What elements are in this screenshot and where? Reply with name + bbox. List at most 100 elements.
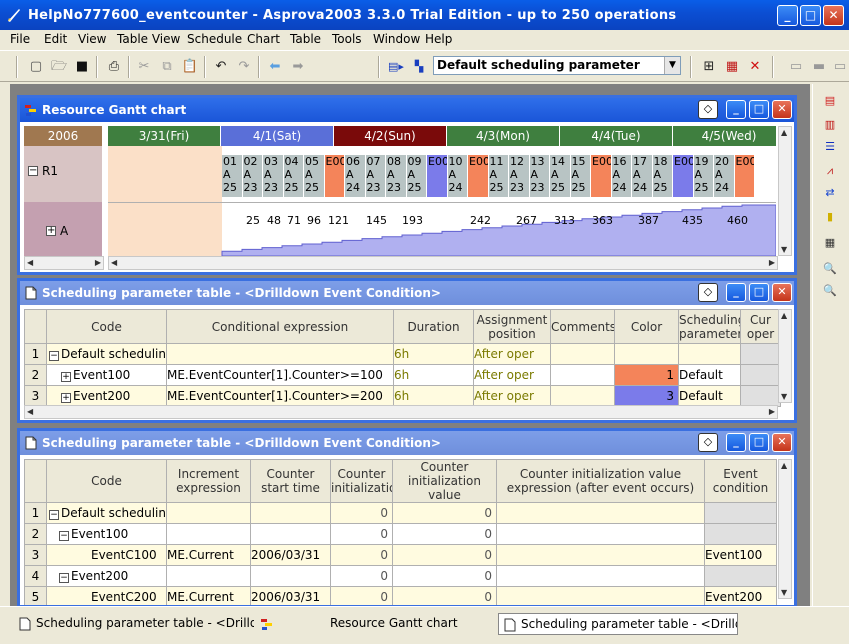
operation-bar[interactable]: 01 A 25 xyxy=(222,155,242,197)
delete-icon[interactable]: ✕ xyxy=(745,57,765,77)
color-cell[interactable]: 3 xyxy=(614,385,679,407)
table2-header-code[interactable]: Code xyxy=(46,459,167,503)
operation-bar[interactable]: 06 A 24 xyxy=(345,155,365,197)
menu-edit[interactable]: Edit xyxy=(44,32,67,46)
init-expression-cell[interactable] xyxy=(496,565,705,587)
param-cell[interactable] xyxy=(678,343,741,365)
init-cell[interactable]: 0 xyxy=(330,502,393,524)
table-row[interactable]: 4 − Event200 0 0 xyxy=(24,565,777,587)
increment-cell[interactable] xyxy=(166,565,251,587)
duration-cell[interactable]: 6h xyxy=(393,385,474,407)
undo-icon[interactable]: ↶ xyxy=(211,57,231,77)
operation-bar[interactable]: 07 A 23 xyxy=(365,155,385,197)
task-table-1[interactable]: Scheduling parameter table - <Drilldown … xyxy=(14,613,254,635)
table2-corner[interactable] xyxy=(24,459,47,503)
menu-chart[interactable]: Chart xyxy=(247,32,280,46)
new-file-icon[interactable]: ▢ xyxy=(26,57,46,77)
operation-bar[interactable]: E000 xyxy=(673,155,693,197)
init-cell[interactable]: 0 xyxy=(330,565,393,587)
gantt-view-icon[interactable]: ▤ xyxy=(821,94,839,108)
gantt-horizontal-scrollbar[interactable]: ◀ ▶ xyxy=(108,256,778,270)
start-time-cell[interactable] xyxy=(250,502,331,524)
table-row[interactable]: 5 EventC200 ME.Current 2006/03/31 0 0 Ev… xyxy=(24,586,777,605)
row-number[interactable]: 2 xyxy=(24,523,47,545)
gantt-close-button[interactable]: ✕ xyxy=(772,100,792,119)
collapse-icon[interactable]: − xyxy=(49,510,59,520)
event-condition-cell[interactable] xyxy=(704,565,777,587)
comments-cell[interactable] xyxy=(550,364,615,386)
row-number[interactable]: 1 xyxy=(24,343,47,365)
back-arrow-icon[interactable]: ⬅ xyxy=(265,57,285,77)
row-number[interactable]: 1 xyxy=(24,502,47,524)
layout-left-icon[interactable]: ▭ xyxy=(786,57,806,77)
scheduling-parameter-select[interactable]: Default scheduling parameter ▼ xyxy=(433,56,681,75)
operation-bar[interactable]: E000 xyxy=(324,155,344,197)
operation-bar[interactable]: 03 A 23 xyxy=(263,155,283,197)
increment-cell[interactable] xyxy=(166,523,251,545)
table2-header-initialization[interactable]: Counter initialization xyxy=(330,459,393,503)
link-arrows-icon[interactable]: ⇄ xyxy=(821,186,839,200)
event-condition-cell[interactable] xyxy=(704,523,777,545)
table1-header-cur-oper[interactable]: Cur oper xyxy=(740,309,781,344)
row-number[interactable]: 2 xyxy=(24,364,47,386)
operation-bar[interactable]: 02 A 23 xyxy=(242,155,262,197)
code-cell[interactable]: EventC100 xyxy=(46,544,167,566)
init-cell[interactable]: 0 xyxy=(330,586,393,605)
operation-bar[interactable]: 10 A 24 xyxy=(447,155,467,197)
resource-list-icon[interactable]: ☰ xyxy=(821,140,839,154)
param-cell[interactable]: Default xyxy=(678,364,741,386)
init-value-cell[interactable]: 0 xyxy=(392,544,497,566)
color-cell[interactable] xyxy=(614,343,679,365)
duration-cell[interactable]: 6h xyxy=(393,343,474,365)
table-view-icon[interactable]: ▦ xyxy=(821,236,839,250)
table2-close-button[interactable]: ✕ xyxy=(772,433,792,452)
init-value-cell[interactable]: 0 xyxy=(392,502,497,524)
table2-vertical-scrollbar[interactable]: ▲ ▼ xyxy=(778,459,792,599)
diamond-option-button[interactable]: ◇ xyxy=(698,100,718,119)
operation-bar[interactable]: E000 xyxy=(468,155,488,197)
menu-window[interactable]: Window xyxy=(373,32,420,46)
row-number[interactable]: 4 xyxy=(24,565,47,587)
gantt-minimize-button[interactable]: _ xyxy=(726,100,746,119)
minimize-button[interactable]: _ xyxy=(777,5,798,26)
init-value-cell[interactable]: 0 xyxy=(392,586,497,605)
maximize-button[interactable]: □ xyxy=(800,5,821,26)
position-cell[interactable]: After oper xyxy=(473,343,551,365)
init-cell[interactable]: 0 xyxy=(330,544,393,566)
save-icon[interactable]: ■ xyxy=(72,57,92,77)
table2-header-event-condition[interactable]: Event condition xyxy=(704,459,777,503)
expression-cell[interactable] xyxy=(166,343,394,365)
event-condition-cell[interactable]: Event200 xyxy=(704,586,777,605)
start-time-cell[interactable]: 2006/03/31 xyxy=(250,544,331,566)
increment-cell[interactable]: ME.Current xyxy=(166,544,251,566)
schedule-parameter-icon[interactable]: ▚ xyxy=(409,57,429,77)
operation-bar[interactable]: 05 A 25 xyxy=(304,155,324,197)
copy-icon[interactable]: ⧉ xyxy=(157,57,177,77)
color-cell[interactable]: 1 xyxy=(614,364,679,386)
table1-header-color[interactable]: Color xyxy=(614,309,679,344)
menu-tools[interactable]: Tools xyxy=(332,32,362,46)
operation-bar[interactable]: 17 A 24 xyxy=(632,155,652,197)
row-number[interactable]: 3 xyxy=(24,385,47,407)
operation-bar[interactable]: 20 A 24 xyxy=(714,155,734,197)
table1-header-expression[interactable]: Conditional expression xyxy=(166,309,394,344)
expression-cell[interactable]: ME.EventCounter[1].Counter>=100 xyxy=(166,364,394,386)
schedule-forward-icon[interactable]: ▤▸ xyxy=(386,57,406,77)
expand-icon[interactable]: + xyxy=(61,372,71,382)
layout-right-icon[interactable]: ▭ xyxy=(830,57,849,77)
cut-icon[interactable]: ✂ xyxy=(134,57,154,77)
operation-bar[interactable]: 18 A 25 xyxy=(652,155,672,197)
order-gantt-icon[interactable]: ▥ xyxy=(821,118,839,132)
print-icon[interactable]: ⎙ xyxy=(104,57,124,77)
operation-bar[interactable]: E000 xyxy=(427,155,447,197)
table1-header-sched-param[interactable]: Scheduling parameter xyxy=(678,309,741,344)
table1-vertical-scrollbar[interactable]: ▲ ▼ xyxy=(778,309,792,403)
operation-bar[interactable]: 09 A 25 xyxy=(406,155,426,197)
param-cell[interactable]: Default xyxy=(678,385,741,407)
task-table-2[interactable]: Scheduling parameter table - <Drilldown … xyxy=(498,613,738,635)
gantt-chart-area[interactable]: 3/31(Fri) 4/1(Sat) 4/2(Sun) 4/3(Mon) 4/4(Tue… xyxy=(108,126,776,256)
table-row[interactable]: 3 EventC100 ME.Current 2006/03/31 0 0 Ev… xyxy=(24,544,777,566)
table-row[interactable]: 3 + Event200 ME.EventCounter[1].Counter>=… xyxy=(24,385,781,407)
collapse-icon[interactable]: − xyxy=(59,531,69,541)
row-number[interactable]: 3 xyxy=(24,544,47,566)
